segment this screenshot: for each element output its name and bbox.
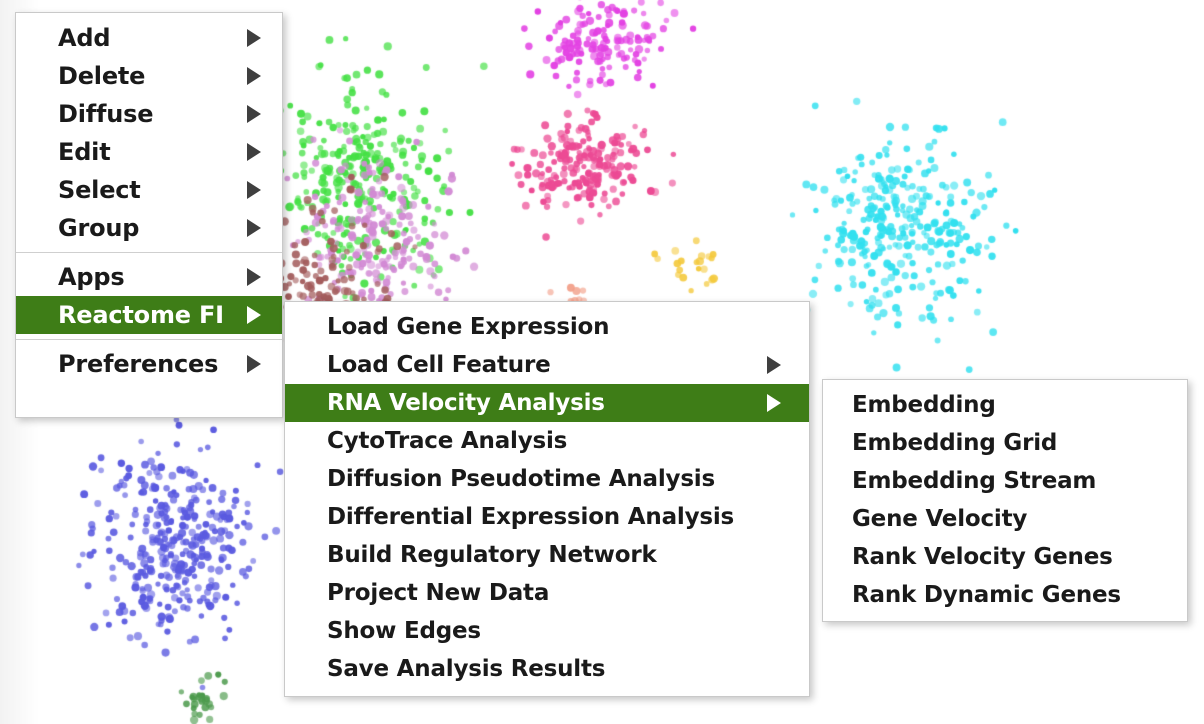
menu-item-load-cell-feature[interactable]: Load Cell Feature — [285, 346, 809, 384]
menu-item-differential-expression-analysis[interactable]: Differential Expression Analysis — [285, 498, 809, 536]
menu-item-preferences[interactable]: Preferences — [16, 345, 282, 383]
submenu-arrow-icon — [767, 394, 781, 412]
menu-item-label: Diffusion Pseudotime Analysis — [327, 466, 715, 492]
submenu-arrow-icon — [247, 67, 261, 85]
submenu-arrow-icon — [247, 355, 261, 373]
menu-item-show-edges[interactable]: Show Edges — [285, 612, 809, 650]
menu-item-diffuse[interactable]: Diffuse — [16, 95, 282, 133]
menu-item-label: Embedding Stream — [852, 468, 1097, 494]
menu-item-label: RNA Velocity Analysis — [327, 390, 605, 416]
menu-item-label: Reactome FI — [58, 301, 224, 329]
menu-item-reactome-fi[interactable]: Reactome FI — [16, 296, 282, 334]
submenu-arrow-icon — [247, 268, 261, 286]
menu-item-load-gene-expression[interactable]: Load Gene Expression — [285, 308, 809, 346]
menu-item-label: Apps — [58, 263, 125, 291]
reactome-fi-submenu[interactable]: Load Gene Expression Load Cell Feature RNA… — [284, 301, 810, 697]
submenu-arrow-icon — [247, 219, 261, 237]
menu-item-embedding[interactable]: Embedding — [823, 386, 1187, 424]
menu-item-label: Diffuse — [58, 100, 154, 128]
submenu-arrow-icon — [247, 306, 261, 324]
menu-item-label: Embedding Grid — [852, 430, 1058, 456]
rna-velocity-analysis-submenu[interactable]: Embedding Embedding Grid Embedding Stream G… — [822, 379, 1188, 622]
menu-item-cytotrace-analysis[interactable]: CytoTrace Analysis — [285, 422, 809, 460]
menu-item-delete[interactable]: Delete — [16, 57, 282, 95]
menu-item-edit[interactable]: Edit — [16, 133, 282, 171]
menu-item-select[interactable]: Select — [16, 171, 282, 209]
submenu-arrow-icon — [247, 105, 261, 123]
menu-item-label: Build Regulatory Network — [327, 542, 657, 568]
menu-item-label: Project New Data — [327, 580, 550, 606]
menu-item-label: Embedding — [852, 392, 996, 418]
menu-item-embedding-stream[interactable]: Embedding Stream — [823, 462, 1187, 500]
menu-item-label: Load Cell Feature — [327, 352, 551, 378]
menu-separator — [16, 252, 282, 253]
menu-item-build-regulatory-network[interactable]: Build Regulatory Network — [285, 536, 809, 574]
menu-item-embedding-grid[interactable]: Embedding Grid — [823, 424, 1187, 462]
menu-item-group[interactable]: Group — [16, 209, 282, 247]
menu-item-label: Rank Dynamic Genes — [852, 582, 1121, 608]
screen-root: Add Delete Diffuse Edit Select Group Apps React… — [0, 0, 1204, 724]
menu-item-save-analysis-results[interactable]: Save Analysis Results — [285, 650, 809, 688]
menu-item-rna-velocity-analysis[interactable]: RNA Velocity Analysis — [285, 384, 809, 422]
menu-item-rank-dynamic-genes[interactable]: Rank Dynamic Genes — [823, 576, 1187, 614]
menu-item-label: Save Analysis Results — [327, 656, 606, 682]
menu-item-label: Edit — [58, 138, 111, 166]
menu-item-diffusion-pseudotime-analysis[interactable]: Diffusion Pseudotime Analysis — [285, 460, 809, 498]
menu-separator — [16, 339, 282, 340]
submenu-arrow-icon — [247, 143, 261, 161]
submenu-arrow-icon — [247, 181, 261, 199]
menu-item-label: Delete — [58, 62, 146, 90]
menu-item-label: Differential Expression Analysis — [327, 504, 735, 530]
menu-item-apps[interactable]: Apps — [16, 258, 282, 296]
menu-item-label: Add — [58, 24, 111, 52]
context-menu[interactable]: Add Delete Diffuse Edit Select Group Apps React… — [15, 12, 283, 418]
menu-item-label: Load Gene Expression — [327, 314, 610, 340]
menu-item-project-new-data[interactable]: Project New Data — [285, 574, 809, 612]
menu-item-label: Show Edges — [327, 618, 481, 644]
menu-item-label: Group — [58, 214, 140, 242]
menu-item-label: Rank Velocity Genes — [852, 544, 1113, 570]
menu-item-label: Select — [58, 176, 141, 204]
menu-item-label: CytoTrace Analysis — [327, 428, 568, 454]
menu-item-label: Gene Velocity — [852, 506, 1028, 532]
menu-item-gene-velocity[interactable]: Gene Velocity — [823, 500, 1187, 538]
submenu-arrow-icon — [767, 356, 781, 374]
menu-item-label: Preferences — [58, 350, 219, 378]
menu-item-rank-velocity-genes[interactable]: Rank Velocity Genes — [823, 538, 1187, 576]
menu-item-add[interactable]: Add — [16, 19, 282, 57]
submenu-arrow-icon — [247, 29, 261, 47]
